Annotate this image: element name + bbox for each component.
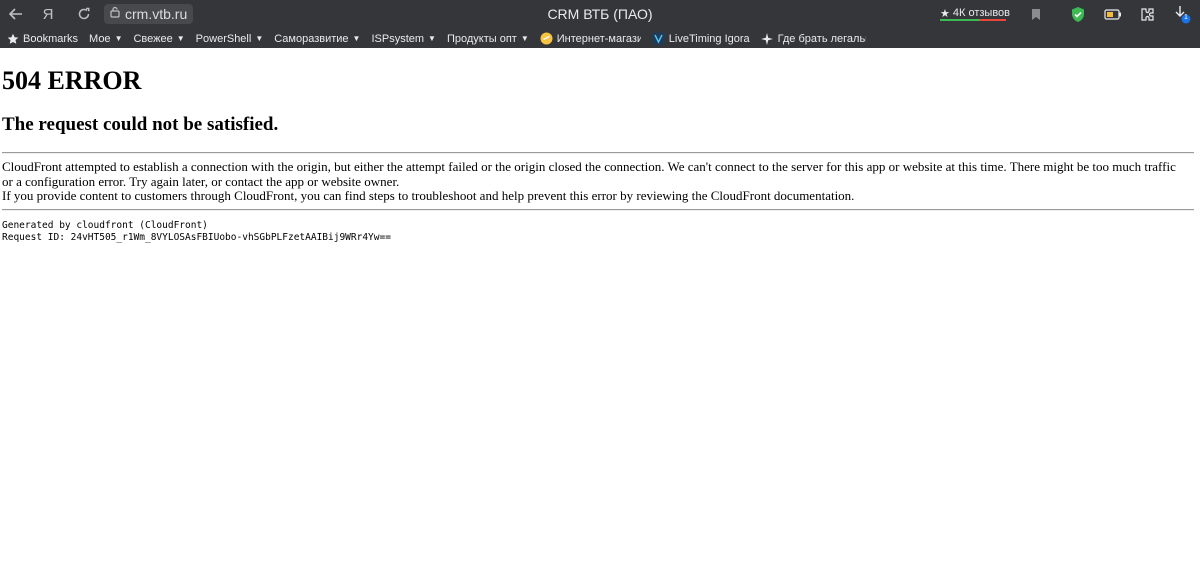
bookmark-label: ISPsystem xyxy=(371,32,425,45)
star-icon: ★ xyxy=(940,7,950,20)
caret-down-icon: ▼ xyxy=(520,34,529,43)
reviews-label: 4К отзывов xyxy=(952,7,1011,19)
bookmark-folder-ispsystem[interactable]: ISPsystem ▼ xyxy=(371,33,436,45)
error-footer: Generated by cloudfront (CloudFront) Req… xyxy=(2,220,1194,244)
divider xyxy=(2,208,1194,211)
bookmark-item-bookmarks[interactable]: Bookmarks xyxy=(6,32,78,45)
bookmark-item-internet-magazin[interactable]: Интернет-магазин xyxy=(540,32,641,45)
url-text[interactable]: crm.vtb.ru xyxy=(125,6,187,22)
caret-down-icon: ▼ xyxy=(352,34,361,43)
divider xyxy=(2,152,1194,154)
error-paragraph-1: CloudFront attempted to establish a conn… xyxy=(2,159,1176,189)
sparkle-icon xyxy=(761,32,774,45)
yandex-logo-icon[interactable]: Я xyxy=(36,4,60,24)
caret-down-icon: ▼ xyxy=(255,34,264,43)
reviews-rating-bar xyxy=(940,19,1006,21)
battery-icon[interactable] xyxy=(1103,4,1123,24)
caret-down-icon: ▼ xyxy=(176,34,185,43)
bookmark-label: Свежее xyxy=(133,32,173,45)
bookmark-item-gde-brat[interactable]: Где брать легальн xyxy=(761,32,866,45)
caret-down-icon: ▼ xyxy=(428,34,436,43)
bookmark-label: Саморазвитие xyxy=(274,32,349,45)
bookmark-label: Интернет-магазин xyxy=(556,32,641,45)
bookmark-folder-produkty-opt[interactable]: Продукты опт ▼ xyxy=(447,33,529,45)
bookmark-icon[interactable] xyxy=(1026,4,1046,24)
bookmark-label: Продукты опт xyxy=(446,32,517,45)
browser-chrome: Я crm.vtb.ru CRM ВТБ (ПАО) ★ 4К отзывов xyxy=(0,0,1200,48)
error-subheading: The request could not be satisfied. xyxy=(2,114,279,135)
bookmark-label: Где брать легальн xyxy=(777,32,866,45)
download-badge: 1 xyxy=(1184,14,1188,21)
star-icon xyxy=(6,32,19,45)
bookmark-folder-svezhee[interactable]: Свежее ▼ xyxy=(133,33,184,45)
extensions-icon[interactable] xyxy=(1138,4,1158,24)
reload-icon[interactable] xyxy=(72,4,96,24)
shop-icon xyxy=(540,32,553,45)
lock-icon xyxy=(110,5,120,23)
livetiming-icon xyxy=(652,32,665,45)
bookmark-folder-powershell[interactable]: PowerShell ▼ xyxy=(196,33,264,45)
bookmarks-bar: Bookmarks Мое ▼ Свежее ▼ PowerShell ▼ Са… xyxy=(0,29,1200,48)
title-bar: Я crm.vtb.ru CRM ВТБ (ПАО) ★ 4К отзывов xyxy=(0,0,1200,29)
bookmark-item-livetiming[interactable]: LiveTiming Igora xyxy=(652,32,750,45)
download-icon[interactable]: 1 xyxy=(1172,4,1192,24)
back-arrow-icon[interactable] xyxy=(4,4,28,24)
address-bar[interactable]: crm.vtb.ru xyxy=(104,4,194,24)
bookmark-label: LiveTiming Igora xyxy=(668,32,750,45)
error-page: 504 ERROR The request could not be satis… xyxy=(2,48,1194,244)
error-description: CloudFront attempted to establish a conn… xyxy=(2,159,1182,204)
error-paragraph-2: If you provide content to customers thro… xyxy=(2,188,855,203)
caret-down-icon: ▼ xyxy=(114,34,123,43)
bookmark-folder-moe[interactable]: Мое ▼ xyxy=(89,33,122,45)
error-heading: 504 ERROR xyxy=(2,66,142,95)
generated-by-text: Generated by cloudfront (CloudFront) xyxy=(2,219,208,231)
bookmark-label: Мое xyxy=(89,32,111,45)
bookmark-label: Bookmarks xyxy=(23,32,79,45)
shield-icon[interactable] xyxy=(1068,4,1088,24)
bookmark-label: PowerShell xyxy=(195,32,252,45)
bookmark-folder-samorazvitie[interactable]: Саморазвитие ▼ xyxy=(274,33,360,45)
request-id-text: Request ID: 24vHT505_r1Wm_8VYLOSAsFBIUob… xyxy=(2,231,391,243)
